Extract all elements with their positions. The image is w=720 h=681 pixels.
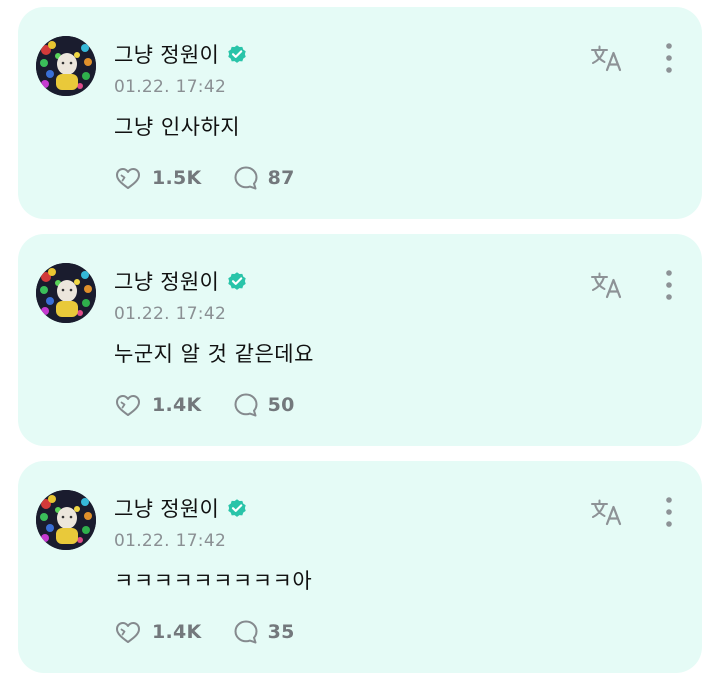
verified-badge-icon xyxy=(226,270,248,292)
like-heart-icon xyxy=(114,392,144,418)
more-vertical-icon[interactable] xyxy=(659,41,679,75)
translate-icon[interactable] xyxy=(590,42,624,74)
post-stats: 1.4K 35 xyxy=(114,617,325,647)
like-button[interactable]: 1.4K xyxy=(114,619,202,645)
author-row: 그냥 정원이 xyxy=(114,494,248,522)
comment-button[interactable]: 50 xyxy=(232,391,295,419)
comment-count: 35 xyxy=(267,621,295,643)
author-name[interactable]: 그냥 정원이 xyxy=(114,266,219,296)
avatar[interactable] xyxy=(36,36,96,96)
more-vertical-icon[interactable] xyxy=(659,268,679,302)
post-text: 그냥 인사하지 xyxy=(114,115,241,139)
post-card[interactable]: 그냥 정원이 01.22. 17:42 그냥 인사하지 1.5K 87 xyxy=(18,7,702,219)
post-timestamp: 01.22. 17:42 xyxy=(114,531,227,551)
like-button[interactable]: 1.4K xyxy=(114,392,202,418)
verified-badge-icon xyxy=(226,497,248,519)
post-timestamp: 01.22. 17:42 xyxy=(114,304,227,324)
translate-icon[interactable] xyxy=(590,269,624,301)
comment-bubble-icon xyxy=(232,618,260,646)
comment-button[interactable]: 35 xyxy=(232,618,295,646)
like-heart-icon xyxy=(114,165,144,191)
author-row: 그냥 정원이 xyxy=(114,267,248,295)
more-vertical-icon[interactable] xyxy=(659,495,679,529)
author-name[interactable]: 그냥 정원이 xyxy=(114,493,219,523)
translate-icon[interactable] xyxy=(590,496,624,528)
post-timestamp: 01.22. 17:42 xyxy=(114,77,227,97)
post-card[interactable]: 그냥 정원이 01.22. 17:42 누군지 알 것 같은데요 1.4K 50 xyxy=(18,234,702,446)
comment-count: 50 xyxy=(267,394,295,416)
like-count: 1.4K xyxy=(152,394,202,416)
avatar[interactable] xyxy=(36,263,96,323)
comment-button[interactable]: 87 xyxy=(232,164,295,192)
like-button[interactable]: 1.5K xyxy=(114,165,202,191)
author-name[interactable]: 그냥 정원이 xyxy=(114,39,219,69)
author-row: 그냥 정원이 xyxy=(114,40,248,68)
post-text: ㅋㅋㅋㅋㅋㅋㅋㅋㅋ아 xyxy=(114,569,313,593)
post-stats: 1.5K 87 xyxy=(114,163,325,193)
avatar[interactable] xyxy=(36,490,96,550)
post-text: 누군지 알 것 같은데요 xyxy=(114,342,314,366)
like-heart-icon xyxy=(114,619,144,645)
like-count: 1.4K xyxy=(152,621,202,643)
comment-bubble-icon xyxy=(232,164,260,192)
verified-badge-icon xyxy=(226,43,248,65)
comment-bubble-icon xyxy=(232,391,260,419)
like-count: 1.5K xyxy=(152,167,202,189)
comment-count: 87 xyxy=(267,167,295,189)
post-stats: 1.4K 50 xyxy=(114,390,325,420)
post-card[interactable]: 그냥 정원이 01.22. 17:42 ㅋㅋㅋㅋㅋㅋㅋㅋㅋ아 1.4K 35 xyxy=(18,461,702,673)
post-feed: 그냥 정원이 01.22. 17:42 그냥 인사하지 1.5K 87 그냥 정… xyxy=(0,0,720,681)
